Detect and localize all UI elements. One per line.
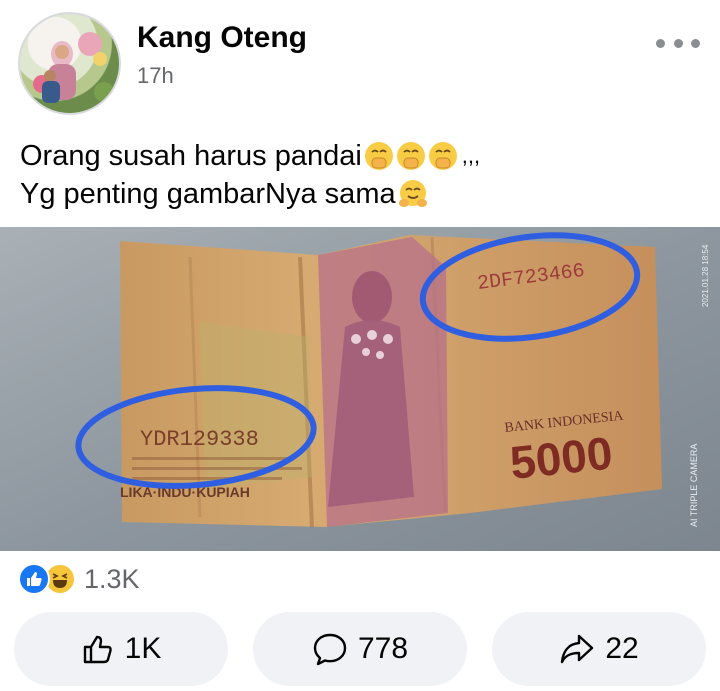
serial-number-left: YDR129338 [140, 427, 259, 452]
hand-over-mouth-emoji-icon [428, 142, 457, 170]
comment-button[interactable]: 778 [253, 612, 467, 686]
share-button[interactable]: 22 [492, 612, 706, 686]
comment-count: 778 [357, 632, 409, 665]
post-photo[interactable]: YDR129338 2DF723466 BANK INDONESIA 5000 … [0, 227, 720, 551]
camera-watermark: AI TRIPLE CAMERA [689, 444, 699, 527]
like-icon [18, 563, 50, 595]
thumbs-up-icon [83, 635, 112, 664]
denomination: 5000 [508, 427, 615, 489]
more-options-button[interactable] [656, 28, 700, 58]
post-text-line-2: Yg penting gambarNya sama [20, 178, 396, 210]
action-bar: 1K 778 22 [14, 612, 706, 686]
author-name[interactable]: Kang Oteng [137, 20, 307, 56]
post-text-suffix: ,,, [461, 143, 481, 168]
comment-bubble-icon [313, 633, 347, 666]
reaction-count: 1.3K [84, 563, 140, 594]
dot-icon [691, 38, 700, 48]
like-count: 1K [124, 632, 162, 665]
avatar[interactable] [18, 12, 121, 115]
date-watermark: 2021.01.28 18:54 [701, 244, 710, 307]
dot-icon [656, 38, 665, 48]
post-text-line-1: Orang susah harus pandai [20, 140, 362, 172]
hand-over-mouth-emoji-icon [364, 142, 393, 170]
hand-over-mouth-emoji-icon [396, 142, 425, 170]
post-timestamp[interactable]: 17h [137, 63, 174, 89]
reactions-summary[interactable]: 1.3K [18, 562, 140, 596]
post-text: Orang susah harus pandai ,,, Yg penting … [20, 137, 700, 213]
facebook-post: Kang Oteng 17h Orang susah harus pandai [0, 0, 720, 691]
like-button[interactable]: 1K [14, 612, 228, 686]
share-count: 22 [605, 632, 639, 665]
hugging-face-emoji-icon [398, 180, 427, 207]
share-arrow-icon [561, 634, 594, 664]
dot-icon [673, 38, 683, 48]
